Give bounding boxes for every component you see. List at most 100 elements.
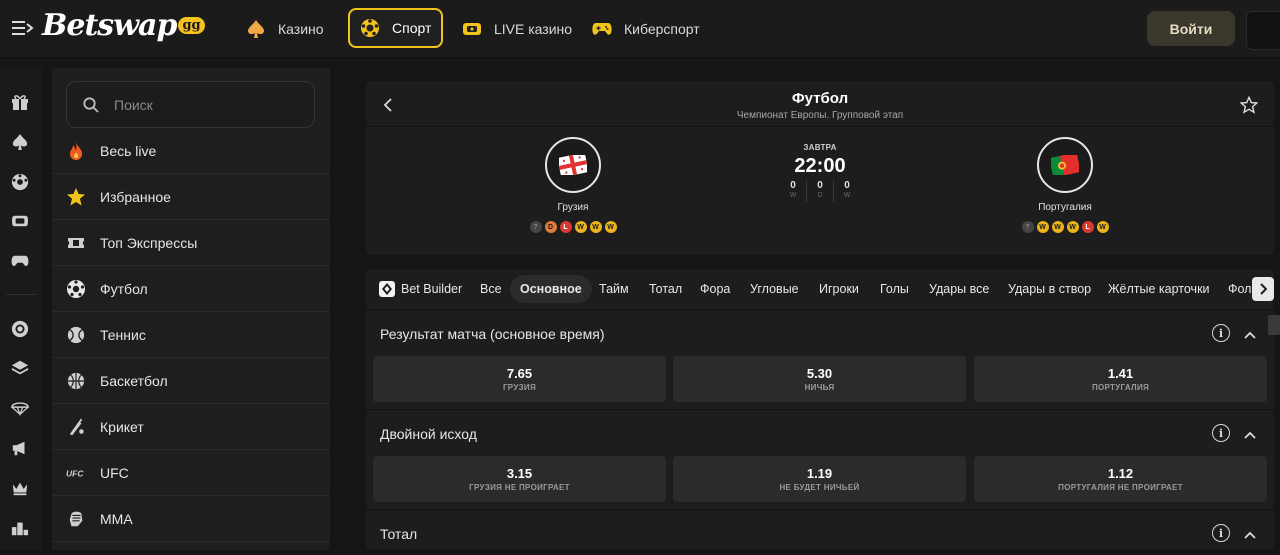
- scrollbar-thumb[interactable]: [1268, 315, 1280, 335]
- form-badge: W: [1036, 221, 1049, 233]
- parachute-icon[interactable]: [10, 398, 30, 418]
- tab-bet-builder[interactable]: Bet Builder: [379, 275, 462, 303]
- form-badge: W: [574, 221, 587, 233]
- menu-collapse-icon[interactable]: [12, 19, 34, 37]
- score-draws: 0D: [817, 180, 823, 199]
- home-team-name: Грузия: [557, 202, 589, 213]
- tab-shots[interactable]: Удары все: [929, 275, 989, 303]
- spade-icon[interactable]: [10, 132, 30, 152]
- market-title: Двойной исход: [380, 426, 477, 442]
- sidebar-item-all-live[interactable]: Весь live: [52, 128, 330, 174]
- mma-glove-icon: [66, 509, 86, 529]
- tab-yellow-cards[interactable]: Жёлтые карточки: [1108, 275, 1210, 303]
- odd-button[interactable]: 1.19 НЕ БУДЕТ НИЧЬЕЙ: [673, 456, 966, 502]
- info-icon[interactable]: i: [1212, 424, 1230, 442]
- form-badge: W: [604, 221, 617, 233]
- nav-casino[interactable]: Казино: [246, 9, 324, 49]
- gift-icon[interactable]: [10, 92, 30, 112]
- odd-button[interactable]: 3.15 ГРУЗИЯ НЕ ПРОИГРАЕТ: [373, 456, 666, 502]
- away-team[interactable]: Португалия ? W W W L W: [985, 137, 1145, 233]
- market-title: Тотал: [380, 526, 418, 542]
- match-time-block: ЗАВТРА 22:00 0W 0D 0W: [770, 143, 870, 202]
- home-team[interactable]: Грузия ? D L W W W: [493, 137, 653, 233]
- sidebar-item-basketball[interactable]: Баскетбол: [52, 358, 330, 404]
- nav-sport[interactable]: Спорт: [348, 8, 444, 48]
- form-badge: W: [1096, 221, 1109, 233]
- search-placeholder: Поиск: [114, 96, 153, 113]
- fire-icon: [66, 141, 86, 161]
- tab-shots-on-target[interactable]: Удары в створ: [1008, 275, 1091, 303]
- ufc-icon: UFC: [66, 463, 86, 483]
- chevron-up-icon[interactable]: [1244, 326, 1256, 344]
- register-button[interactable]: [1246, 11, 1280, 50]
- sidebar-item-top-express[interactable]: Топ Экспрессы: [52, 220, 330, 266]
- sidebar-item-favorites[interactable]: Избранное: [52, 174, 330, 220]
- tournament-name: Чемпионат Европы. Групповой этап: [736, 110, 904, 121]
- odd-button[interactable]: 1.12 ПОРТУГАЛИЯ НЕ ПРОИГРАЕТ: [974, 456, 1267, 502]
- odd-button[interactable]: 5.30 НИЧЬЯ: [673, 356, 966, 402]
- rail-divider: [6, 294, 36, 295]
- tab-main[interactable]: Основное: [510, 275, 592, 303]
- gamepad-icon: [592, 19, 612, 39]
- away-team-name: Португалия: [1038, 202, 1092, 213]
- soccer-ball-icon: [360, 18, 380, 38]
- tab-corners[interactable]: Угловые: [750, 275, 799, 303]
- form-badge: L: [1081, 221, 1094, 233]
- sport-title: Футбол: [791, 90, 849, 107]
- tab-handicap[interactable]: Фора: [700, 275, 730, 303]
- tab-all[interactable]: Все: [480, 275, 502, 303]
- sidebar-item-tennis[interactable]: Теннис: [52, 312, 330, 358]
- poker-chip-icon[interactable]: [10, 319, 30, 339]
- score-summary: 0W 0D 0W: [770, 180, 870, 202]
- nav-esports[interactable]: Киберспорт: [592, 9, 700, 49]
- sidebar-item-mma[interactable]: MMA: [52, 496, 330, 542]
- star-outline-icon: [1239, 95, 1259, 114]
- market-title: Результат матча (основное время): [380, 326, 605, 342]
- crown-icon[interactable]: [10, 478, 30, 498]
- ticket-icon: [66, 233, 86, 253]
- form-badge: W: [1066, 221, 1079, 233]
- market-header[interactable]: Тотал i: [366, 509, 1274, 555]
- top-bar: Betswap gg Казино Спорт LIVE казино Кибер…: [0, 0, 1280, 58]
- soccer-ball-icon[interactable]: [10, 172, 30, 192]
- tabs-scroll-right-button[interactable]: [1252, 277, 1274, 301]
- chevron-up-icon[interactable]: [1244, 426, 1256, 444]
- search-input[interactable]: Поиск: [66, 81, 315, 128]
- tab-half[interactable]: Тайм: [599, 275, 629, 303]
- login-button[interactable]: Войти: [1147, 11, 1235, 46]
- logo[interactable]: Betswap gg: [42, 8, 205, 43]
- leaderboard-icon[interactable]: [10, 518, 30, 538]
- tab-fouls[interactable]: Фол: [1228, 275, 1251, 303]
- svg-text:UFC: UFC: [66, 468, 84, 478]
- live-casino-icon[interactable]: [10, 211, 30, 231]
- sidebar-item-ufc[interactable]: UFC UFC: [52, 450, 330, 496]
- market-header[interactable]: Двойной исход i: [366, 409, 1274, 455]
- live-casino-icon: [462, 19, 482, 39]
- odd-button[interactable]: 1.41 ПОРТУГАЛИЯ: [974, 356, 1267, 402]
- sidebar-item-football[interactable]: Футбол: [52, 266, 330, 312]
- megaphone-icon[interactable]: [10, 438, 30, 458]
- tab-players[interactable]: Игроки: [819, 275, 859, 303]
- nav-live-casino[interactable]: LIVE казино: [462, 9, 572, 49]
- score-divider: [833, 180, 834, 202]
- chevron-up-icon[interactable]: [1244, 526, 1256, 544]
- match-header: Футбол Чемпионат Европы. Групповой этап …: [366, 81, 1274, 255]
- bet-builder-icon: [379, 281, 395, 297]
- match-day: ЗАВТРА: [803, 143, 837, 152]
- odd-button[interactable]: 7.65 ГРУЗИЯ: [373, 356, 666, 402]
- away-team-form: ? W W W L W: [985, 221, 1145, 233]
- tab-goals[interactable]: Голы: [880, 275, 909, 303]
- basketball-icon: [66, 371, 86, 391]
- sidebar-item-cricket[interactable]: Крикет: [52, 404, 330, 450]
- gamepad-icon[interactable]: [10, 251, 30, 271]
- form-badge: L: [559, 221, 572, 233]
- info-icon[interactable]: i: [1212, 524, 1230, 542]
- market-tabs: Bet Builder Все Основное Тайм Тотал Фора…: [366, 269, 1274, 309]
- soccer-ball-icon: [66, 279, 86, 299]
- header-divider: [366, 126, 1274, 127]
- info-icon[interactable]: i: [1212, 324, 1230, 342]
- layers-icon[interactable]: [10, 358, 30, 378]
- market-header[interactable]: Результат матча (основное время) i: [366, 309, 1274, 355]
- tab-total[interactable]: Тотал: [649, 275, 682, 303]
- favorite-button[interactable]: [1239, 95, 1259, 119]
